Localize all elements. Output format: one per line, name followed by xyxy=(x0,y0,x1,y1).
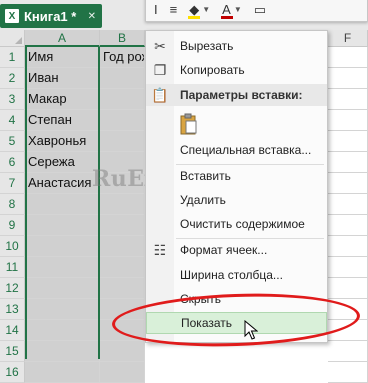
row-header[interactable]: 10 xyxy=(0,236,25,257)
cell-f[interactable] xyxy=(328,152,368,173)
cell-a[interactable]: Степан xyxy=(25,110,100,131)
cell-f[interactable] xyxy=(328,47,368,68)
column-header-f[interactable]: F xyxy=(328,30,368,47)
clipboard-icon: 📋 xyxy=(151,86,169,103)
menu-item-paste-special[interactable]: Специальная вставка... xyxy=(146,139,327,161)
underline-icon[interactable]: ≡ xyxy=(170,3,178,16)
menu-item-column-width[interactable]: Ширина столбца... xyxy=(146,264,327,286)
copy-icon: ❐ xyxy=(153,61,167,78)
row-header[interactable]: 2 xyxy=(0,68,25,89)
row-header[interactable]: 1 xyxy=(0,47,25,68)
cell-a[interactable] xyxy=(25,215,100,236)
row-header[interactable]: 3 xyxy=(0,89,25,110)
menu-item-label: Формат ячеек... xyxy=(180,243,268,257)
mouse-cursor-icon xyxy=(244,320,258,340)
cell-f[interactable] xyxy=(328,131,368,152)
menu-item-cut[interactable]: ✂ Вырезать xyxy=(146,35,327,57)
cell-f[interactable] xyxy=(328,68,368,89)
cell-a[interactable]: Хавронья xyxy=(25,131,100,152)
close-icon[interactable]: ✕ xyxy=(88,11,96,22)
column-header-b[interactable]: B xyxy=(100,30,145,47)
cell-f[interactable] xyxy=(328,236,368,257)
cell-f[interactable] xyxy=(328,278,368,299)
menu-header-label: Параметры вставки: xyxy=(180,88,303,102)
cell-f[interactable] xyxy=(328,110,368,131)
cell-a[interactable]: Сережа xyxy=(25,152,100,173)
row-header[interactable]: 6 xyxy=(0,152,25,173)
menu-item-label: Ширина столбца... xyxy=(180,268,283,282)
cell-b[interactable] xyxy=(100,278,145,299)
paste-options-header: 📋 Параметры вставки: xyxy=(146,84,327,106)
scissors-icon: ✂ xyxy=(154,37,166,54)
menu-item-label: Специальная вставка... xyxy=(180,143,312,157)
fill-color-icon[interactable]: ◆ xyxy=(188,3,201,19)
row-header[interactable]: 14 xyxy=(0,320,25,341)
chevron-down-icon[interactable]: ▼ xyxy=(234,5,242,14)
excel-icon: X xyxy=(5,9,19,23)
menu-item-label: Удалить xyxy=(180,193,226,207)
row-header[interactable]: 9 xyxy=(0,215,25,236)
workbook-tab[interactable]: X Книга1 * ✕ xyxy=(0,4,102,28)
cell-b[interactable] xyxy=(100,236,145,257)
cell-a[interactable]: Макар xyxy=(25,89,100,110)
menu-item-label: Очистить содержимое xyxy=(180,217,305,231)
cell-b[interactable] xyxy=(100,89,145,110)
chevron-down-icon[interactable]: ▼ xyxy=(202,5,210,14)
italic-icon[interactable]: I xyxy=(154,3,158,16)
cell-a[interactable]: Иван xyxy=(25,68,100,89)
row-header[interactable]: 5 xyxy=(0,131,25,152)
cell-a[interactable] xyxy=(25,236,100,257)
row-header[interactable]: 13 xyxy=(0,299,25,320)
menu-item-insert[interactable]: Вставить xyxy=(146,165,327,187)
format-cells-icon: ☷ xyxy=(153,241,167,258)
cell-b[interactable] xyxy=(100,215,145,236)
menu-item-delete[interactable]: Удалить xyxy=(146,189,327,211)
menu-item-format-cells[interactable]: ☷ Формат ячеек... xyxy=(146,239,327,261)
cell-f[interactable] xyxy=(328,257,368,278)
row-header[interactable]: 4 xyxy=(0,110,25,131)
cell-b[interactable] xyxy=(100,362,145,383)
cell-f[interactable] xyxy=(328,89,368,110)
cell-b[interactable] xyxy=(100,257,145,278)
menu-item-clear-contents[interactable]: Очистить содержимое xyxy=(146,213,327,235)
row-header[interactable]: 7 xyxy=(0,173,25,194)
menu-item-label: Копировать xyxy=(180,63,245,77)
cell-a[interactable]: Анастасия xyxy=(25,173,100,194)
column-header-a[interactable]: A xyxy=(25,30,100,47)
cell-b[interactable] xyxy=(100,110,145,131)
cell-f[interactable] xyxy=(328,194,368,215)
cell-b[interactable] xyxy=(100,68,145,89)
cell-a[interactable] xyxy=(25,299,100,320)
paste-icon[interactable]: ▭ xyxy=(254,3,266,16)
cell-a[interactable] xyxy=(25,320,100,341)
row-header[interactable]: 16 xyxy=(0,362,25,383)
mini-toolbar: I ≡ ◆ ▼ A ▼ ▭ xyxy=(145,0,368,22)
cell-f[interactable] xyxy=(328,362,368,383)
cell-f[interactable] xyxy=(328,215,368,236)
select-all-corner[interactable] xyxy=(0,30,25,47)
workbook-title: Книга1 * xyxy=(24,8,77,24)
cell-b[interactable] xyxy=(100,194,145,215)
row-header[interactable]: 8 xyxy=(0,194,25,215)
cell-b[interactable]: Год рож xyxy=(100,47,145,68)
row-header[interactable]: 12 xyxy=(0,278,25,299)
cell-a[interactable] xyxy=(25,257,100,278)
cell-f[interactable] xyxy=(328,173,368,194)
cell-b[interactable] xyxy=(100,131,145,152)
font-color-icon[interactable]: A xyxy=(221,3,233,19)
cell-a[interactable] xyxy=(25,362,100,383)
row-header[interactable]: 11 xyxy=(0,257,25,278)
menu-item-label: Вырезать xyxy=(180,39,234,53)
cell-a[interactable] xyxy=(25,278,100,299)
menu-item-copy[interactable]: ❐ Копировать xyxy=(146,59,327,81)
cell-a[interactable] xyxy=(25,194,100,215)
cell-a[interactable]: Имя xyxy=(25,47,100,68)
paste-icon[interactable] xyxy=(180,113,198,135)
menu-item-label: Вставить xyxy=(180,169,231,183)
